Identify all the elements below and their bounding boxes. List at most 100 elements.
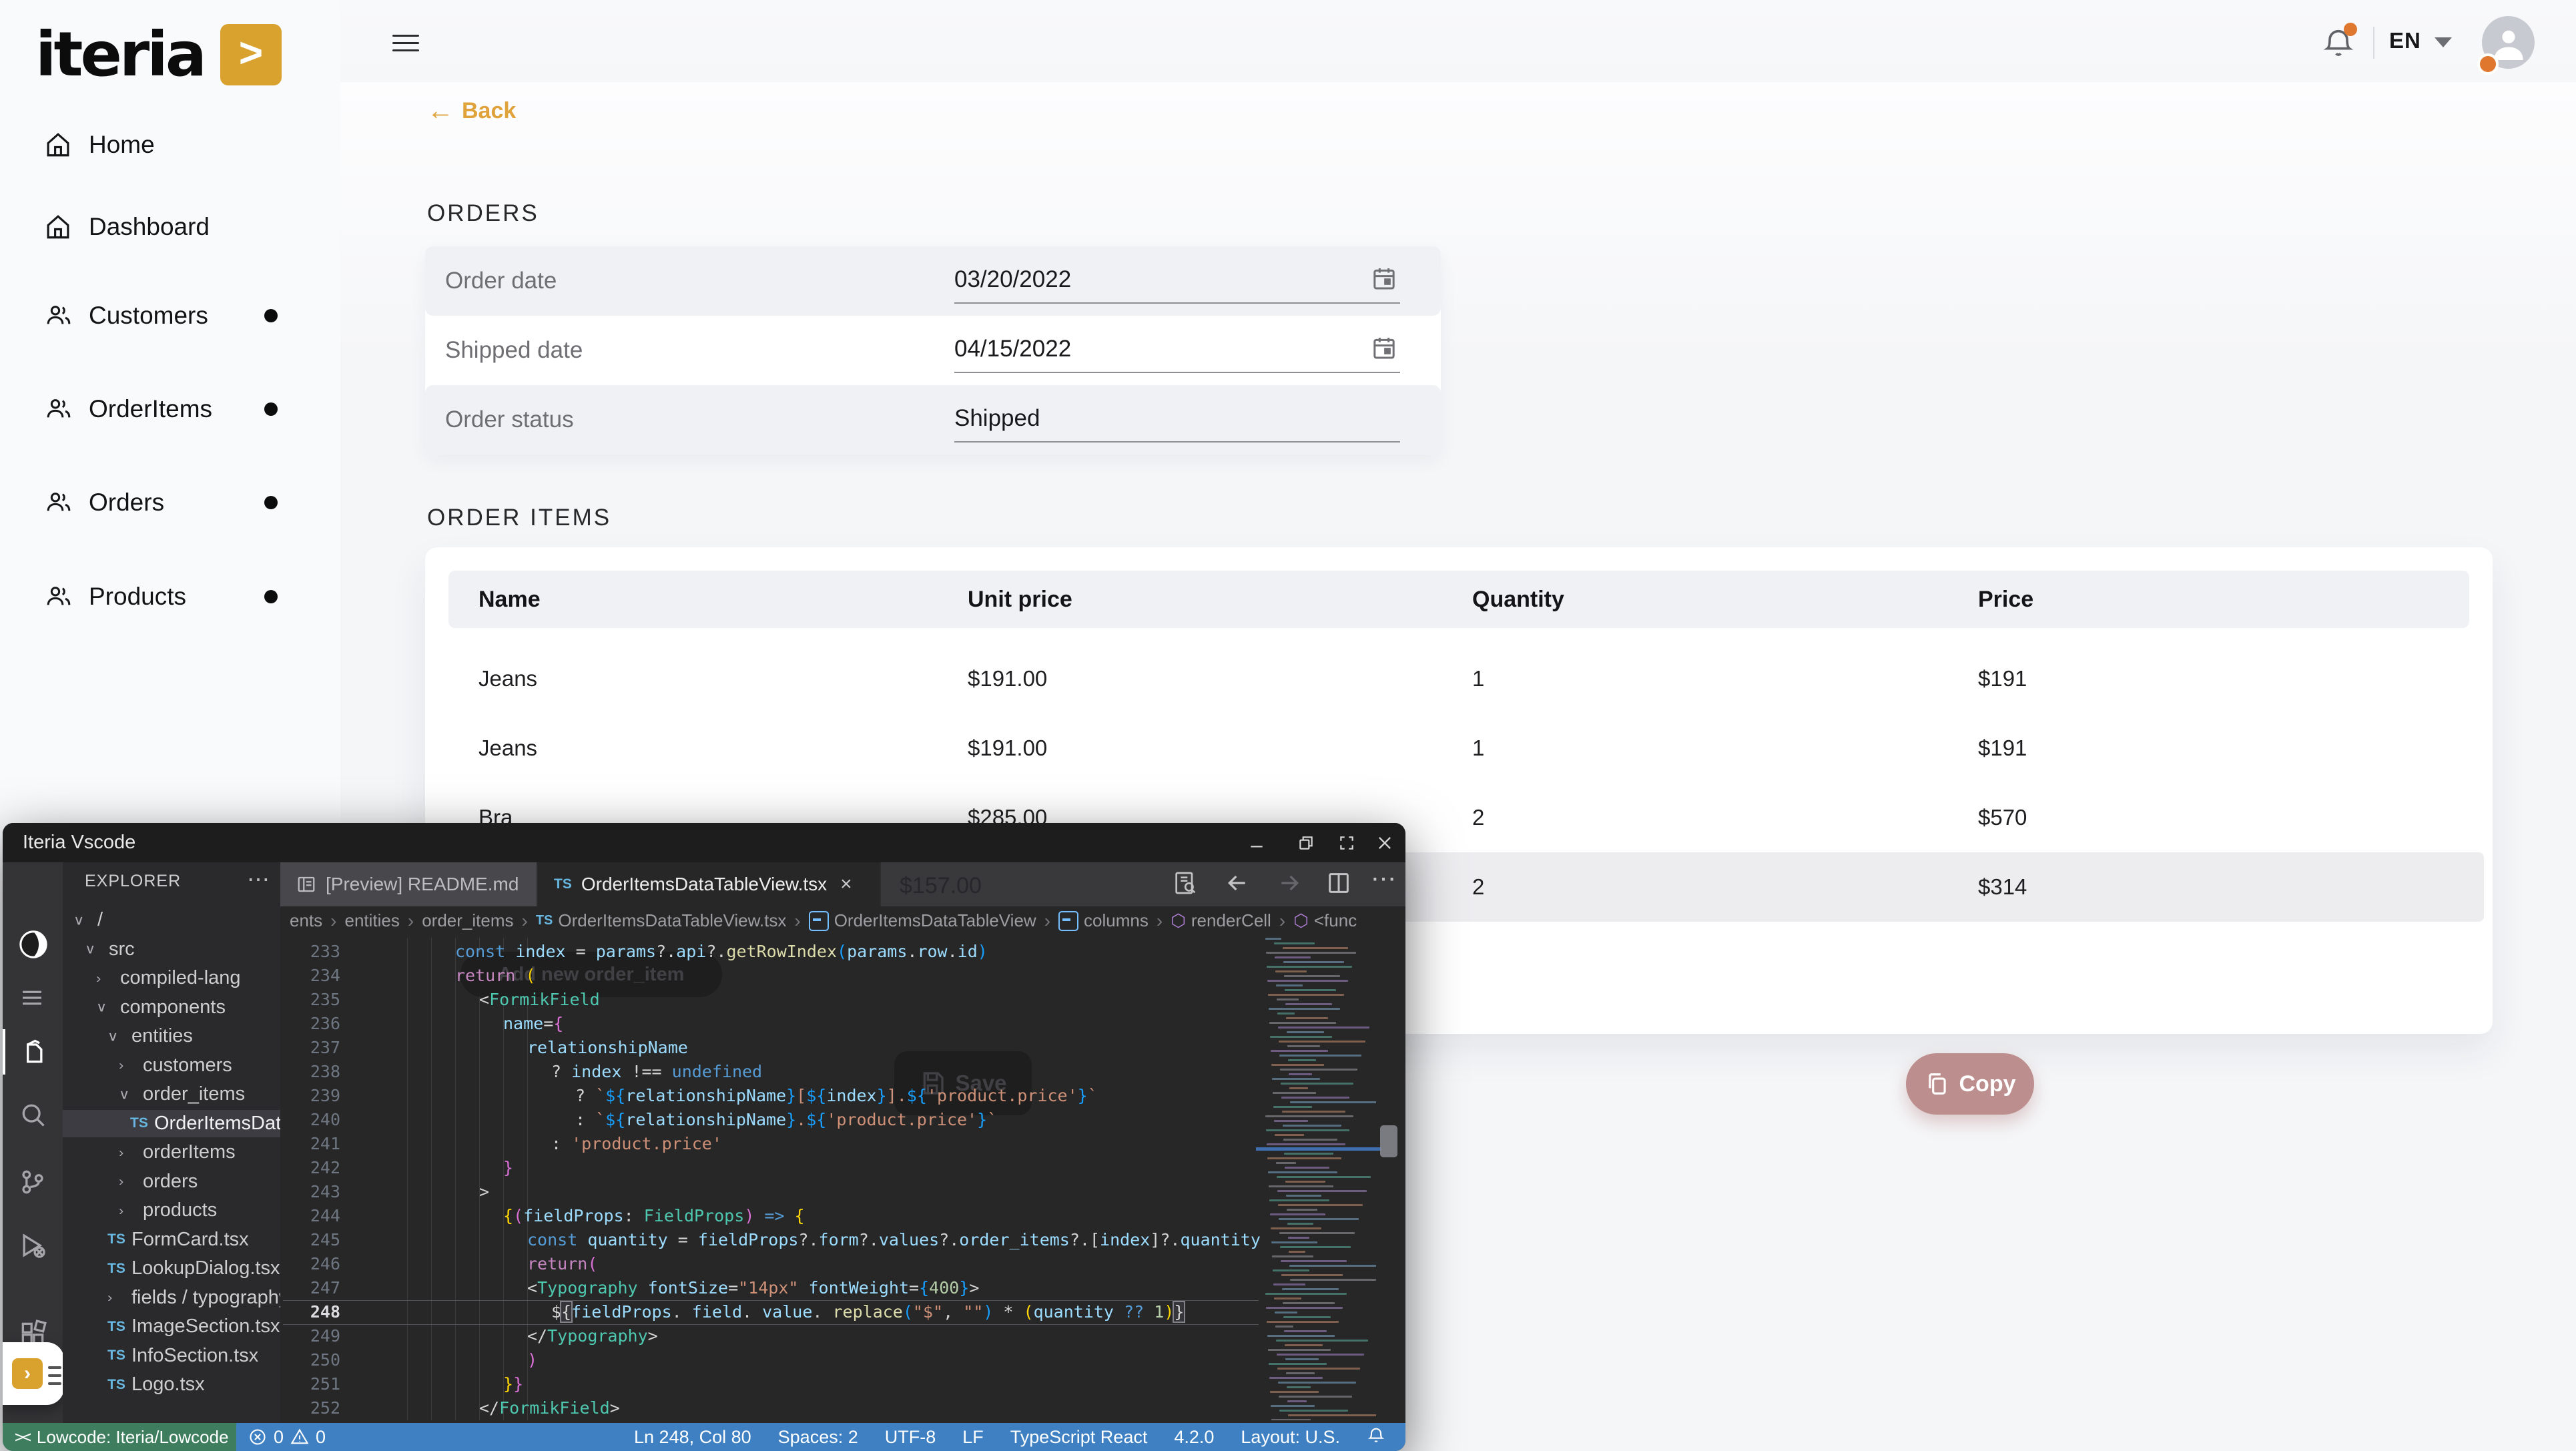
lowcode-launcher-badge[interactable]: › <box>3 1342 64 1405</box>
vscode-titlebar[interactable] <box>3 823 1405 862</box>
back-button[interactable]: ← Back <box>427 96 516 126</box>
app-logo[interactable]: iteria <box>35 19 207 90</box>
tree-item-orderitemsdat-[interactable]: TS OrderItemsDat... <box>63 1109 297 1137</box>
tree-item-lookupdialog-tsx[interactable]: TS LookupDialog.tsx <box>63 1255 280 1282</box>
tree-item-order-items[interactable]: ∨ order_items <box>63 1081 280 1108</box>
tree-item-compiled-lang[interactable]: › compiled-lang <box>63 964 280 992</box>
tab-orderitems-datatableview[interactable]: TS OrderItemsDataTableView.tsx × <box>538 862 881 906</box>
back-arrow-icon: ← <box>427 96 454 125</box>
close-icon[interactable] <box>1373 832 1396 854</box>
column-header-price[interactable]: Price <box>1978 571 2033 628</box>
breadcrumb-item[interactable]: order_items <box>422 910 513 931</box>
column-header-unit-price[interactable]: Unit price <box>968 571 1072 628</box>
breadcrumb-item[interactable]: OrderItemsDataTableView <box>808 910 1036 931</box>
column-header-name[interactable]: Name <box>478 571 541 628</box>
fullscreen-icon[interactable] <box>1335 832 1358 854</box>
tree-item-fields-typography[interactable]: › fields / typography <box>63 1284 288 1312</box>
chevron-down-icon[interactable] <box>2435 37 2452 47</box>
sidebar-item-dashboard[interactable]: Dashboard <box>0 197 340 257</box>
menu-icon[interactable] <box>18 984 47 1013</box>
minimap-line <box>1281 1097 1349 1099</box>
topbar-divider <box>2373 27 2374 59</box>
scrollbar-handle[interactable] <box>1380 1125 1397 1157</box>
editor-more-icon[interactable]: ⋯ <box>1371 864 1400 893</box>
breadcrumb-item[interactable]: ents <box>290 910 322 931</box>
calendar-icon[interactable] <box>1371 333 1397 362</box>
tree-item-logo-tsx[interactable]: TS Logo.tsx <box>63 1371 280 1398</box>
tab-readme-preview[interactable]: [Preview] README.md <box>280 862 538 906</box>
language-selector[interactable]: EN <box>2389 28 2421 53</box>
field-input[interactable]: 04/15/2022 <box>954 316 1400 373</box>
sidebar-item-home[interactable]: Home <box>0 115 340 175</box>
sidebar-item-products[interactable]: Products <box>0 567 340 627</box>
breadcrumb-item[interactable]: ⬡ renderCell <box>1171 910 1271 931</box>
breadcrumb-item[interactable]: columns <box>1058 910 1149 931</box>
minimap-line <box>1269 1199 1329 1201</box>
breadcrumb-item[interactable]: entities <box>344 910 399 931</box>
status-bell-icon[interactable] <box>1367 1426 1385 1449</box>
explorer-more-icon[interactable]: ⋯ <box>247 866 270 893</box>
minimap-line <box>1287 1386 1311 1388</box>
field-input[interactable]: Shipped <box>954 385 1400 443</box>
minimap[interactable] <box>1261 938 1376 1420</box>
field-input[interactable]: 03/20/2022 <box>954 246 1400 304</box>
copy-button[interactable]: Copy <box>1906 1053 2034 1115</box>
cell-name: Jeans <box>478 736 538 760</box>
close-tab-icon[interactable]: × <box>840 873 852 896</box>
status-item[interactable]: Layout: U.S. <box>1241 1427 1340 1448</box>
open-preview-icon[interactable] <box>1172 870 1201 899</box>
code-editor[interactable]: Add new order_item Save 233 const index =… <box>280 935 1405 1423</box>
restore-window-icon[interactable] <box>1295 832 1317 854</box>
breadcrumb-separator: › <box>1156 910 1163 931</box>
minimap-line <box>1270 1391 1319 1393</box>
tree-item--[interactable]: ∨ / <box>63 906 280 934</box>
tree-item-src[interactable]: ∨ src <box>63 936 280 963</box>
status-item[interactable]: Spaces: 2 <box>778 1427 858 1448</box>
menu-icon[interactable] <box>392 29 419 53</box>
tree-item-entities[interactable]: ∨ entities <box>63 1023 280 1050</box>
status-item[interactable]: LF <box>962 1427 984 1448</box>
source-control-icon[interactable] <box>18 1167 47 1197</box>
tree-item-orders[interactable]: › orders <box>63 1168 280 1195</box>
tree-item-products[interactable]: › products <box>63 1197 280 1224</box>
files-icon[interactable] <box>18 1037 47 1067</box>
debug-icon[interactable] <box>18 1231 47 1260</box>
minimap-line <box>1277 1368 1360 1370</box>
lowcode-logo-icon[interactable] <box>18 929 47 958</box>
status-item[interactable]: TypeScript React <box>1010 1427 1148 1448</box>
column-header-quantity[interactable]: Quantity <box>1472 571 1564 628</box>
calendar-icon[interactable] <box>1371 264 1397 293</box>
minimap-line <box>1273 1092 1316 1094</box>
sidebar-item-customers[interactable]: Customers <box>0 286 340 346</box>
status-item[interactable]: 4.2.0 <box>1174 1427 1214 1448</box>
minimap-line <box>1270 1213 1325 1215</box>
navigate-back-icon[interactable] <box>1224 870 1253 899</box>
status-item[interactable]: UTF-8 <box>885 1427 936 1448</box>
navigate-forward-icon[interactable] <box>1276 870 1305 899</box>
tree-item-components[interactable]: ∨ components <box>63 994 280 1021</box>
tree-item-label: order_items <box>143 1083 246 1105</box>
minimap-line <box>1281 1260 1347 1262</box>
form-row-order-status: Order status Shipped <box>425 385 1441 455</box>
tree-item-label: compiled-lang <box>120 967 241 988</box>
breadcrumb-item[interactable]: ⬡ <func <box>1293 910 1357 931</box>
minimap-line <box>1283 1302 1335 1304</box>
tree-item-imagesection-tsx[interactable]: TS ImageSection.tsx <box>63 1313 280 1340</box>
chevron-right-icon: › <box>119 1057 124 1073</box>
tree-item-formcard-tsx[interactable]: TS FormCard.tsx <box>63 1226 280 1253</box>
tree-item-customers[interactable]: › customers <box>63 1052 280 1079</box>
sidebar-item-orders[interactable]: Orders <box>0 473 340 533</box>
tree-item-label: LookupDialog.tsx <box>131 1257 280 1279</box>
problems-indicator[interactable]: 0 0 <box>248 1427 326 1448</box>
status-item[interactable]: Ln 248, Col 80 <box>634 1427 751 1448</box>
table-row[interactable]: Jeans $191.00 1 $191 <box>425 644 2493 713</box>
sidebar-item-orderitems[interactable]: OrderItems <box>0 379 340 439</box>
search-icon[interactable] <box>18 1100 47 1129</box>
breadcrumb-item[interactable]: TS OrderItemsDataTableView.tsx <box>536 910 787 931</box>
tree-item-orderitems[interactable]: › orderItems <box>63 1139 280 1166</box>
remote-indicator[interactable]: >< Lowcode: Iteria/Lowcode <box>3 1423 236 1451</box>
split-editor-icon[interactable] <box>1325 870 1355 899</box>
minimize-icon[interactable] <box>1245 832 1268 854</box>
table-row[interactable]: Jeans $191.00 1 $191 <box>425 713 2493 783</box>
tree-item-infosection-tsx[interactable]: TS InfoSection.tsx <box>63 1342 280 1370</box>
